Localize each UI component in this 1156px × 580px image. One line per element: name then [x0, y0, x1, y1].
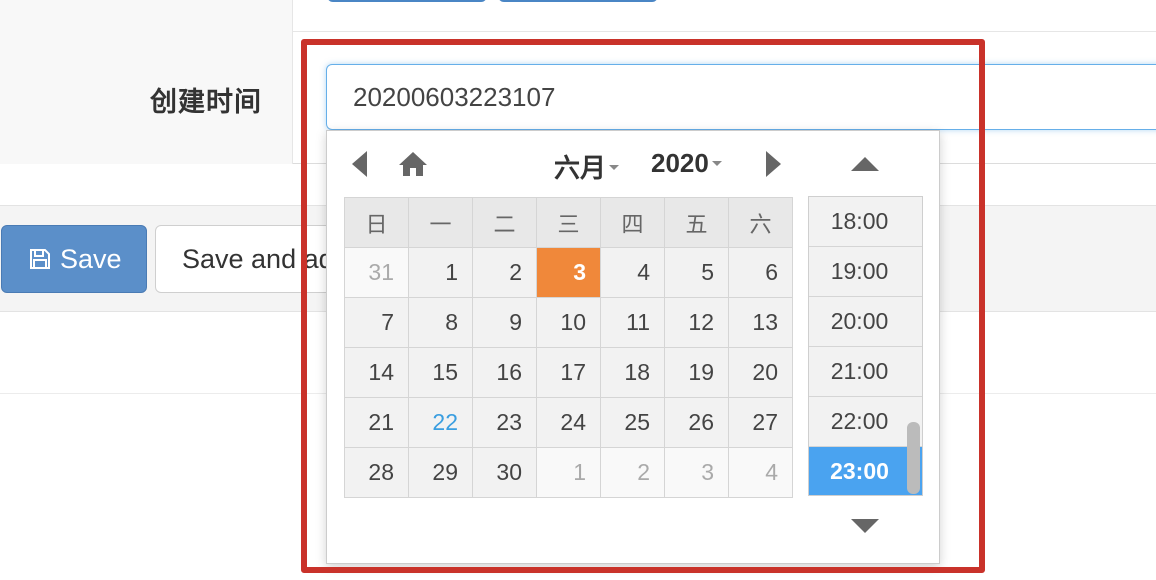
calendar-day[interactable]: 6 — [728, 247, 793, 298]
year-label: 2020 — [651, 148, 709, 178]
weekday-label: 四 — [600, 197, 665, 248]
calendar-day[interactable]: 11 — [600, 297, 665, 348]
time-option-selected[interactable]: 23:00 — [809, 447, 922, 495]
weekday-label: 二 — [472, 197, 537, 248]
calendar-day[interactable]: 26 — [664, 397, 729, 448]
next-month-icon[interactable] — [766, 151, 781, 177]
caret-down-icon — [711, 160, 722, 166]
created-time-input[interactable]: 20200603223107 — [326, 64, 1156, 130]
time-option[interactable]: 18:00 — [809, 197, 922, 247]
calendar-day[interactable]: 28 — [344, 447, 409, 498]
month-label: 六月 — [554, 154, 607, 184]
prev-month-icon[interactable] — [352, 151, 367, 177]
calendar-day[interactable]: 13 — [728, 297, 793, 348]
weekday-label: 一 — [408, 197, 473, 248]
calendar-day[interactable]: 23 — [472, 397, 537, 448]
calendar-week: 28 29 30 1 2 3 4 — [344, 447, 793, 498]
calendar-day[interactable]: 1 — [408, 247, 473, 298]
calendar-day[interactable]: 12 — [664, 297, 729, 348]
calendar-day[interactable]: 4 — [728, 447, 793, 498]
calendar-day[interactable]: 21 — [344, 397, 409, 448]
calendar-day[interactable]: 16 — [472, 347, 537, 398]
time-scroll-down-icon[interactable] — [851, 519, 879, 533]
calendar-day[interactable]: 25 — [600, 397, 665, 448]
calendar-day[interactable]: 18 — [600, 347, 665, 398]
calendar-day[interactable]: 9 — [472, 297, 537, 348]
time-list[interactable]: 18:00 19:00 20:00 21:00 22:00 23:00 — [808, 196, 923, 496]
calendar-day[interactable]: 1 — [536, 447, 601, 498]
calendar-week: 14 15 16 17 18 19 20 — [344, 347, 793, 398]
calendar-week: 21 22 23 24 25 26 27 — [344, 397, 793, 448]
time-scroll-up-icon[interactable] — [851, 157, 879, 171]
time-option[interactable]: 22:00 — [809, 397, 922, 447]
calendar-day[interactable]: 31 — [344, 247, 409, 298]
calendar-day[interactable]: 29 — [408, 447, 473, 498]
calendar-day[interactable]: 10 — [536, 297, 601, 348]
weekday-label: 五 — [664, 197, 729, 248]
calendar-day[interactable]: 7 — [344, 297, 409, 348]
home-icon[interactable] — [397, 150, 429, 178]
top-button-2[interactable] — [498, 0, 658, 2]
time-option[interactable]: 20:00 — [809, 297, 922, 347]
calendar-week: 7 8 9 10 11 12 13 — [344, 297, 793, 348]
label-cell-bg — [0, 0, 293, 32]
calendar-day[interactable]: 17 — [536, 347, 601, 398]
top-button-1[interactable] — [327, 0, 487, 2]
previous-form-row — [0, 0, 1156, 32]
calendar-day[interactable]: 19 — [664, 347, 729, 398]
save-label: Save — [60, 243, 122, 274]
calendar-day[interactable]: 15 — [408, 347, 473, 398]
calendar-day[interactable]: 8 — [408, 297, 473, 348]
time-option[interactable]: 19:00 — [809, 247, 922, 297]
label-cell: 创建时间 — [0, 32, 293, 164]
floppy-disk-icon — [30, 249, 50, 269]
save-button[interactable]: Save — [1, 225, 147, 293]
calendar-week: 31 1 2 3 4 5 6 — [344, 247, 793, 298]
weekday-header: 日 一 二 三 四 五 六 — [344, 197, 793, 248]
calendar-day[interactable]: 14 — [344, 347, 409, 398]
month-select[interactable]: 六月 — [554, 148, 620, 185]
time-scrollbar[interactable] — [907, 422, 920, 494]
calendar-day[interactable]: 20 — [728, 347, 793, 398]
created-time-label: 创建时间 — [150, 87, 262, 118]
save-and-add-button[interactable]: Save and ad — [155, 225, 355, 293]
calendar-day[interactable]: 27 — [728, 397, 793, 448]
calendar-grid: 日 一 二 三 四 五 六 31 1 2 3 4 5 6 7 8 9 10 11… — [344, 197, 793, 498]
calendar-day[interactable]: 2 — [600, 447, 665, 498]
weekday-label: 六 — [728, 197, 793, 248]
calendar-day[interactable]: 3 — [664, 447, 729, 498]
calendar-day[interactable]: 5 — [664, 247, 729, 298]
weekday-label: 三 — [536, 197, 601, 248]
calendar-day[interactable]: 4 — [600, 247, 665, 298]
calendar-day-highlighted[interactable]: 22 — [408, 397, 473, 448]
calendar-day-selected[interactable]: 3 — [536, 247, 601, 298]
calendar-day[interactable]: 2 — [472, 247, 537, 298]
year-select[interactable]: 2020 — [651, 148, 722, 179]
calendar-day[interactable]: 24 — [536, 397, 601, 448]
weekday-label: 日 — [344, 197, 409, 248]
calendar-day[interactable]: 30 — [472, 447, 537, 498]
caret-down-icon — [609, 165, 620, 170]
time-option[interactable]: 21:00 — [809, 347, 922, 397]
